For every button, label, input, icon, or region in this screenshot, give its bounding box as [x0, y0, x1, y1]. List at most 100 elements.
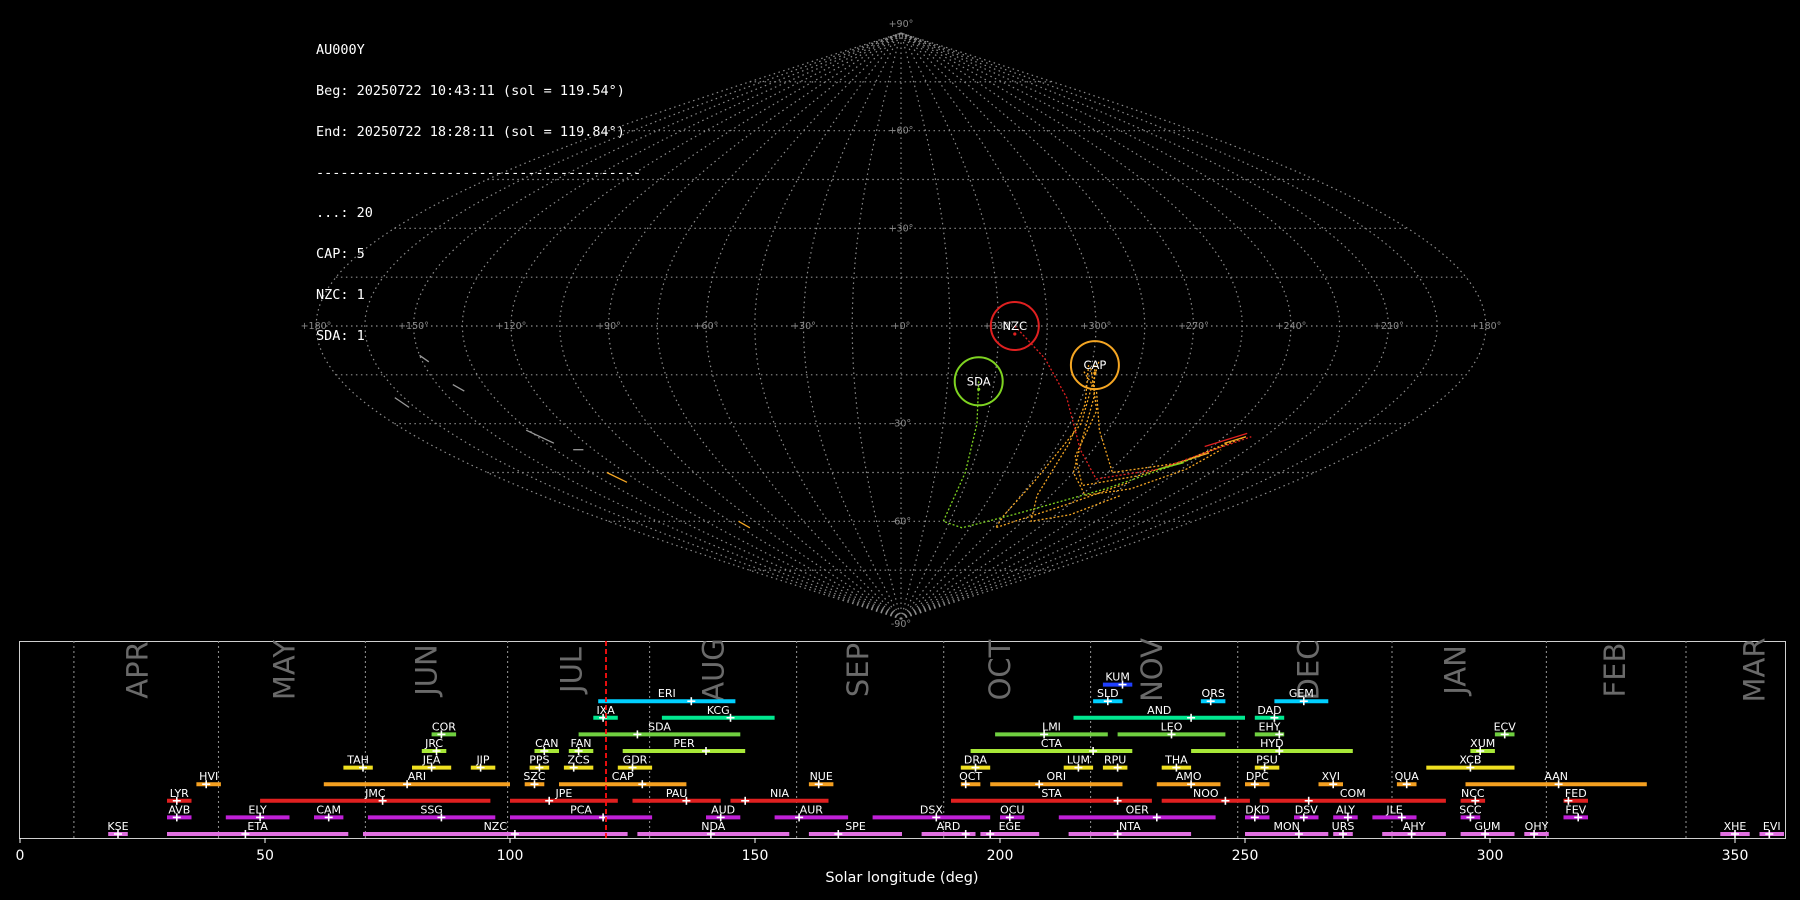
- shower-bar: ERI: [598, 687, 736, 706]
- lon-tick-label: +180°: [301, 321, 332, 332]
- shower-bar: SLD: [1093, 687, 1123, 706]
- shower-code: THA: [1164, 754, 1188, 767]
- shower-bar: OCT: [959, 770, 982, 789]
- shower-bar: SDA: [578, 720, 741, 739]
- shower-radiants: NZC CAP SDA: [953, 301, 1120, 407]
- shower-code: COM: [1340, 787, 1366, 800]
- shower-code: OCU: [1000, 803, 1024, 816]
- shower-bar: OCU: [1000, 803, 1025, 822]
- shower-bar: GUM: [1460, 820, 1515, 838]
- x-tick-label: 300: [1477, 848, 1504, 864]
- shower-bar: JLE: [1372, 803, 1417, 822]
- shower-code: PSU: [1256, 754, 1278, 767]
- cap-track: [1074, 368, 1228, 487]
- shower-bar: PSU: [1254, 754, 1280, 772]
- shower-bar: RPU: [1102, 754, 1128, 772]
- x-tick-label: 50: [256, 848, 274, 864]
- lon-tick-label: +90°: [596, 321, 621, 332]
- shower-bar: AND: [1073, 704, 1245, 722]
- shower-bar: PER: [622, 737, 746, 755]
- shower-code: AMO: [1176, 770, 1202, 783]
- lat-tick-label: +60°: [889, 126, 914, 137]
- cap-track: [1072, 365, 1222, 497]
- shower-code: JLE: [1385, 803, 1402, 816]
- shower-code: TAH: [346, 754, 369, 767]
- shower-bar: FEV: [1563, 803, 1588, 822]
- shower-code: EHY: [1259, 720, 1281, 733]
- month-label: AUG: [696, 638, 730, 702]
- x-tick-label: 250: [1232, 848, 1259, 864]
- shower-bar: PAU: [632, 787, 721, 805]
- lon-tick-label: +180°: [1471, 321, 1502, 332]
- shower-bar: CTA: [970, 737, 1133, 755]
- shower-code: PER: [673, 737, 695, 750]
- shower-bar: KSE: [107, 820, 129, 838]
- shower-bar: HVI: [196, 770, 221, 789]
- shower-code: AVB: [168, 803, 190, 816]
- shower-bar: NIA: [730, 787, 829, 805]
- shower-code: EGE: [999, 820, 1021, 833]
- shower-bar: PPS: [529, 754, 550, 772]
- meteor-track: [606, 471, 628, 483]
- shower-bar: XHE: [1720, 820, 1750, 838]
- shower-code: PCA: [570, 803, 592, 816]
- lon-tick-label: +300°: [1081, 321, 1112, 332]
- meteor-track: [394, 397, 410, 408]
- shower-code: JMC: [364, 787, 386, 800]
- shower-bar: CAN: [534, 737, 559, 755]
- shower-bar: ZCS: [563, 754, 594, 772]
- shower-bar: JEA: [412, 754, 452, 772]
- shower-code: SPE: [845, 820, 866, 833]
- month-label: SEP: [841, 643, 875, 697]
- shower-code: ARI: [408, 770, 426, 783]
- shower-code: NCC: [1461, 787, 1485, 800]
- shower-bar: LEO: [1117, 720, 1226, 739]
- shower-code: ARD: [937, 820, 961, 833]
- shower-code: OCT: [959, 770, 982, 783]
- shower-bar: AAN: [1465, 770, 1647, 789]
- shower-bar: EGE: [980, 820, 1040, 838]
- shower-code: LEO: [1161, 720, 1183, 733]
- shower-bar: CAM: [314, 803, 344, 822]
- month-label: NOV: [1135, 638, 1169, 702]
- x-tick-label: 0: [16, 848, 25, 864]
- shower-code: CAN: [535, 737, 558, 750]
- shower-bar: COR: [431, 720, 456, 739]
- shower-code: JEA: [422, 754, 441, 767]
- month-label: APR: [121, 641, 155, 698]
- shower-bar: FED: [1563, 787, 1588, 805]
- shower-code: NDA: [701, 820, 726, 833]
- x-tick-label: 350: [1722, 848, 1749, 864]
- shower-bar: NOO: [1161, 787, 1250, 805]
- shower-bar: ETA: [167, 820, 349, 838]
- shower-code: SDA: [648, 720, 671, 733]
- shower-bar: AUD: [706, 803, 741, 822]
- shower-code: ERI: [658, 687, 676, 700]
- shower-code: CAP: [612, 770, 634, 783]
- shower-code: GDR: [623, 754, 648, 767]
- shower-bar: JPE: [510, 787, 618, 805]
- shower-code: URS: [1332, 820, 1355, 833]
- shower-bar: NTA: [1068, 820, 1192, 838]
- radiant-label: CAP: [1083, 358, 1106, 372]
- shower-bar: XVI: [1318, 770, 1343, 789]
- shower-bar: DAD: [1254, 704, 1285, 722]
- shower-code: HYD: [1260, 737, 1283, 750]
- shower-code: SCC: [1459, 803, 1482, 816]
- shower-bar: NUE: [808, 770, 834, 789]
- lon-tick-label: +150°: [398, 321, 429, 332]
- lon-tick-label: +270°: [1178, 321, 1209, 332]
- shower-bar: NCC: [1460, 787, 1486, 805]
- shower-bar: LYR: [167, 787, 192, 805]
- shower-bar: THA: [1161, 754, 1192, 772]
- shower-bar: PCA: [510, 803, 653, 822]
- shower-code: ORI: [1047, 770, 1067, 783]
- shower-code: CAM: [316, 803, 341, 816]
- shower-code: AND: [1147, 704, 1171, 717]
- shower-code: JPE: [554, 787, 572, 800]
- x-axis-label: Solar longitude (deg): [825, 870, 978, 886]
- shower-bar: ECV: [1494, 720, 1516, 739]
- radiant-label: SDA: [967, 374, 991, 388]
- shower-code: NTA: [1119, 820, 1141, 833]
- lat-tick-label: -60°: [891, 516, 911, 527]
